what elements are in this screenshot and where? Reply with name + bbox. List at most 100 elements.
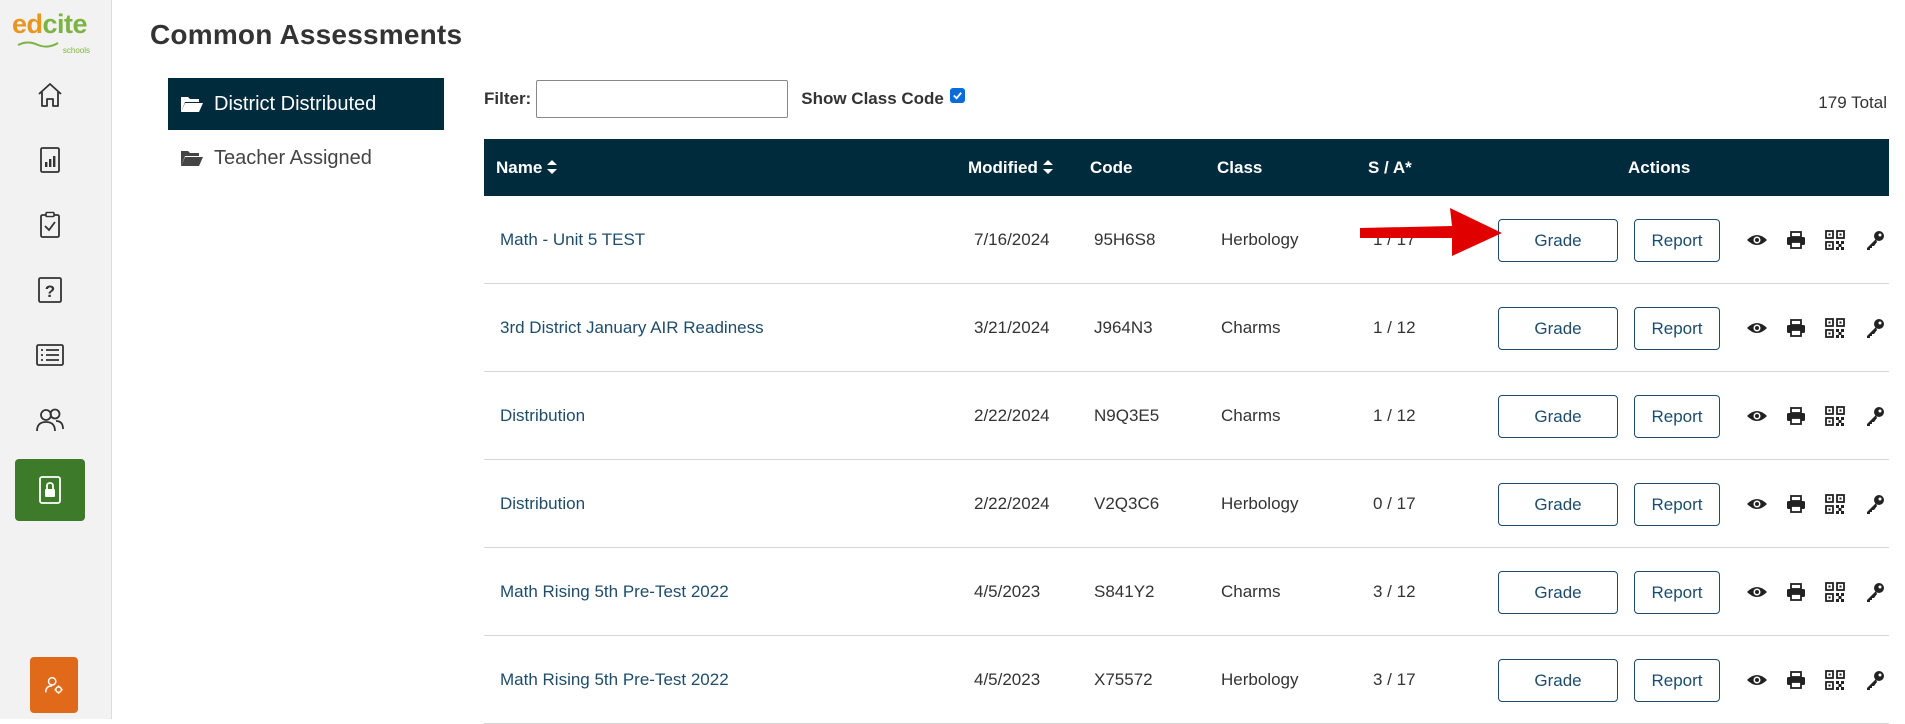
grade-button[interactable]: Grade (1498, 219, 1618, 262)
assessment-name-link[interactable]: Distribution (500, 494, 585, 514)
key-icon[interactable] (1864, 317, 1886, 339)
lock-icon (39, 476, 61, 504)
table-row: Math Rising 5th Pre-Test 2022 4/5/2023 X75… (484, 636, 1889, 724)
edcite-logo[interactable]: edcite schools (12, 10, 98, 55)
submitted-assigned: 1 / 12 (1373, 318, 1416, 337)
assessment-name-link[interactable]: Math Rising 5th Pre-Test 2022 (500, 582, 729, 602)
class-name: Charms (1221, 406, 1281, 425)
eye-icon[interactable] (1746, 405, 1768, 427)
qr-code-icon[interactable] (1824, 317, 1846, 339)
eye-icon[interactable] (1746, 493, 1768, 515)
rail-assessments[interactable] (15, 196, 85, 254)
rail-users[interactable] (15, 391, 85, 449)
class-name: Herbology (1221, 494, 1299, 513)
report-button[interactable]: Report (1634, 219, 1720, 262)
list-icon (36, 344, 64, 366)
table-row: Math - Unit 5 TEST 7/16/2024 95H6S8 Herbolo… (484, 196, 1889, 284)
qr-code-icon[interactable] (1824, 669, 1846, 691)
show-class-code-checkbox[interactable] (949, 87, 965, 103)
grade-button[interactable]: Grade (1498, 659, 1618, 702)
eye-icon[interactable] (1746, 317, 1768, 339)
class-code: V2Q3C6 (1094, 494, 1160, 513)
print-icon[interactable] (1785, 317, 1807, 339)
question-icon: ? (38, 277, 62, 303)
class-code: N9Q3E5 (1094, 406, 1160, 425)
reports-icon (40, 147, 60, 173)
rail-lock[interactable] (15, 459, 85, 521)
modified-date: 4/5/2023 (974, 670, 1041, 689)
user-settings-button[interactable] (30, 657, 78, 713)
class-code: 95H6S8 (1094, 230, 1156, 249)
report-button[interactable]: Report (1634, 395, 1720, 438)
submitted-assigned: 3 / 17 (1373, 670, 1416, 689)
filter-row: Filter: Show Class Code (484, 80, 965, 118)
class-code: J964N3 (1094, 318, 1153, 337)
table-row: Distribution 2/22/2024 V2Q3C6 Herbology 0 / … (484, 460, 1889, 548)
print-icon[interactable] (1785, 493, 1807, 515)
table-header: Name Modified Code Class S / A* Actions (484, 139, 1889, 196)
modified-date: 4/5/2023 (974, 582, 1041, 601)
folder-open-icon (181, 151, 203, 166)
rail-list[interactable] (15, 326, 85, 384)
qr-code-icon[interactable] (1824, 405, 1846, 427)
eye-icon[interactable] (1746, 229, 1768, 251)
folder-nav: District Distributed Teacher Assigned (168, 78, 444, 186)
folder-district-distributed[interactable]: District Distributed (168, 78, 444, 130)
assessments-icon (40, 211, 60, 238)
total-count: 179 Total (1818, 93, 1887, 112)
key-icon[interactable] (1864, 405, 1886, 427)
assessment-name-link[interactable]: Distribution (500, 406, 585, 426)
eye-icon[interactable] (1746, 669, 1768, 691)
rail-questions[interactable]: ? (15, 261, 85, 319)
filter-input[interactable] (536, 80, 789, 118)
report-button[interactable]: Report (1634, 483, 1720, 526)
header-sa: S / A* (1368, 158, 1412, 177)
qr-code-icon[interactable] (1824, 229, 1846, 251)
assessment-name-link[interactable]: 3rd District January AIR Readiness (500, 318, 764, 338)
print-icon[interactable] (1785, 581, 1807, 603)
submitted-assigned: 3 / 12 (1373, 582, 1416, 601)
svg-text:?: ? (45, 282, 55, 301)
qr-code-icon[interactable] (1824, 581, 1846, 603)
class-name: Herbology (1221, 670, 1299, 689)
logo-sub: schools (62, 46, 90, 55)
folder-label: Teacher Assigned (214, 146, 372, 169)
print-icon[interactable] (1785, 405, 1807, 427)
grade-button[interactable]: Grade (1498, 395, 1618, 438)
header-actions: Actions (1628, 158, 1691, 177)
sort-icon (547, 160, 558, 174)
show-class-code-label: Show Class Code (801, 89, 944, 108)
grade-button[interactable]: Grade (1498, 483, 1618, 526)
key-icon[interactable] (1864, 669, 1886, 691)
key-icon[interactable] (1864, 493, 1886, 515)
grade-button[interactable]: Grade (1498, 571, 1618, 614)
header-name[interactable]: Name (496, 158, 558, 178)
key-icon[interactable] (1864, 581, 1886, 603)
class-code: S841Y2 (1094, 582, 1155, 601)
report-button[interactable]: Report (1634, 307, 1720, 350)
table-body: Math - Unit 5 TEST 7/16/2024 95H6S8 Herbolo… (484, 196, 1889, 724)
print-icon[interactable] (1785, 669, 1807, 691)
modified-date: 2/22/2024 (974, 494, 1050, 513)
class-code: X75572 (1094, 670, 1153, 689)
eye-icon[interactable] (1746, 581, 1768, 603)
report-button[interactable]: Report (1634, 571, 1720, 614)
folder-teacher-assigned[interactable]: Teacher Assigned (168, 132, 444, 184)
print-icon[interactable] (1785, 229, 1807, 251)
header-modified[interactable]: Modified (968, 158, 1053, 178)
rail-reports[interactable] (15, 131, 85, 189)
page-title: Common Assessments (150, 19, 463, 50)
class-name: Herbology (1221, 230, 1299, 249)
header-class: Class (1217, 158, 1263, 177)
assessment-name-link[interactable]: Math - Unit 5 TEST (500, 230, 645, 250)
modified-date: 2/22/2024 (974, 406, 1050, 425)
class-name: Charms (1221, 318, 1281, 337)
report-button[interactable]: Report (1634, 659, 1720, 702)
submitted-assigned: 0 / 17 (1373, 494, 1416, 513)
rail-home[interactable] (15, 66, 85, 124)
grade-button[interactable]: Grade (1498, 307, 1618, 350)
logo-swoosh (17, 41, 59, 48)
assessment-name-link[interactable]: Math Rising 5th Pre-Test 2022 (500, 670, 729, 690)
key-icon[interactable] (1864, 229, 1886, 251)
qr-code-icon[interactable] (1824, 493, 1846, 515)
